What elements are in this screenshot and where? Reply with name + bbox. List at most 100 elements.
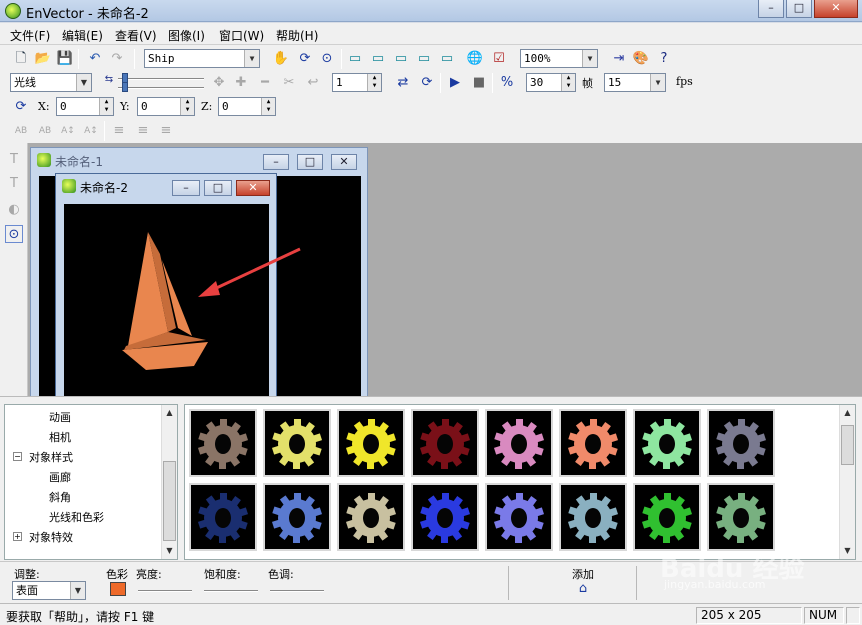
export-icon[interactable]: ⇥ [610, 50, 628, 68]
maximize-button[interactable]: □ [786, 0, 812, 18]
gallery-preset-thumbnail[interactable] [189, 409, 257, 477]
zoom-select[interactable]: 100% ▼ [520, 49, 598, 68]
chevron-down-icon[interactable]: ▼ [650, 74, 665, 91]
stepper-arrows-icon[interactable]: ▲ ▼ [561, 74, 575, 91]
stepper-arrows-icon[interactable]: ▲ ▼ [367, 74, 381, 91]
saturation-slider[interactable] [204, 590, 258, 592]
brightness-slider[interactable] [138, 590, 192, 592]
menu-view[interactable]: 查看(V) [115, 27, 157, 44]
view-left-icon[interactable]: ▭ [392, 50, 410, 68]
chevron-down-icon[interactable]: ▼ [244, 50, 259, 67]
menu-file[interactable]: 文件(F) [10, 27, 50, 44]
document-1-minimize-button[interactable]: – [263, 154, 289, 170]
text-frame-icon[interactable]: T [5, 175, 23, 193]
view-right-icon[interactable]: ▭ [415, 50, 433, 68]
undo-icon[interactable]: ↶ [86, 50, 104, 68]
document-2-maximize-button[interactable]: □ [204, 180, 232, 196]
align-center-icon[interactable]: ≡ [134, 122, 152, 140]
back-icon[interactable]: ↩ [304, 74, 322, 92]
menu-help[interactable]: 帮助(H) [276, 27, 318, 44]
gallery-preset-thumbnail[interactable] [411, 483, 479, 551]
close-button[interactable]: ✕ [814, 0, 858, 18]
gallery-preset-thumbnail[interactable] [485, 409, 553, 477]
document-2-close-button[interactable]: ✕ [236, 180, 270, 196]
frame-slider-thumb-2[interactable] [122, 82, 128, 92]
tree-item-object-effects[interactable]: 对象特效 [29, 529, 73, 545]
view-front-icon[interactable]: ▭ [346, 50, 364, 68]
tree-expand-icon[interactable]: + [13, 532, 22, 541]
text-lower-icon[interactable]: A↕ [82, 122, 100, 140]
rotate-object-icon[interactable]: ⟳ [296, 50, 314, 68]
gallery-preset-thumbnail[interactable] [559, 483, 627, 551]
stop-icon[interactable]: ■ [470, 74, 488, 92]
scroll-up-icon[interactable]: ▲ [840, 405, 855, 421]
tree-collapse-icon[interactable]: − [13, 452, 22, 461]
tree-item-lighting-color[interactable]: 光线和色彩 [49, 509, 104, 525]
menu-image[interactable]: 图像(I) [168, 27, 205, 44]
document-1-maximize-button[interactable]: □ [297, 154, 323, 170]
align-left-icon[interactable]: ≡ [110, 122, 128, 140]
menu-edit[interactable]: 编辑(E) [62, 27, 103, 44]
tree-item-bevel[interactable]: 斜角 [49, 489, 71, 505]
gallery-preset-thumbnail[interactable] [485, 483, 553, 551]
gallery-preset-thumbnail[interactable] [263, 483, 331, 551]
gallery-preset-thumbnail[interactable] [337, 409, 405, 477]
redo-icon[interactable]: ↷ [108, 50, 126, 68]
tree-scrollbar[interactable]: ▲ ▼ [161, 405, 177, 559]
gallery-scrollbar[interactable]: ▲ ▼ [839, 405, 855, 559]
time-percent-icon[interactable]: % [498, 74, 516, 92]
chevron-down-icon[interactable]: ▼ [76, 74, 91, 91]
gallery-preset-thumbnail[interactable] [633, 409, 701, 477]
document-1-titlebar[interactable]: 未命名-1 – □ ✕ [31, 148, 367, 172]
text-raise-icon[interactable]: A↕ [59, 122, 77, 140]
gallery-preset-thumbnail[interactable] [337, 483, 405, 551]
select-object-icon[interactable]: ⊙ [318, 50, 336, 68]
document-2-minimize-button[interactable]: – [172, 180, 200, 196]
align-right-icon[interactable]: ≡ [157, 122, 175, 140]
stepper-arrows-icon[interactable]: ▲ ▼ [180, 98, 194, 115]
gallery-preset-thumbnail[interactable] [707, 483, 775, 551]
play-icon[interactable]: ▶ [446, 74, 464, 92]
hue-slider[interactable] [270, 590, 324, 592]
color-swatch[interactable] [110, 582, 126, 596]
context-help-icon[interactable]: ? [655, 50, 673, 68]
fps-select[interactable]: 15 ▼ [604, 73, 666, 92]
tree-item-animation[interactable]: 动画 [49, 409, 71, 425]
tree-item-object-style[interactable]: 对象样式 [29, 449, 73, 465]
text-condense-icon[interactable]: AB [36, 122, 54, 140]
rotate-object-icon[interactable]: ⟳ [12, 98, 30, 116]
gallery-preset-thumbnail[interactable] [411, 409, 479, 477]
mode-select[interactable]: 光线 ▼ [10, 73, 92, 92]
gallery-preset-thumbnail[interactable] [263, 409, 331, 477]
open-folder-icon[interactable]: 📂 [34, 50, 52, 68]
scroll-up-icon[interactable]: ▲ [162, 405, 177, 421]
tree-item-camera[interactable]: 相机 [49, 429, 71, 445]
document-1-close-button[interactable]: ✕ [331, 154, 357, 170]
surface-select[interactable]: 表面 ▼ [12, 581, 86, 600]
shape-tool-icon[interactable]: ◐ [5, 201, 23, 219]
frame-slider-track[interactable] [118, 78, 204, 80]
text-spacing-icon[interactable]: AB [12, 122, 30, 140]
text-tool-icon[interactable]: T [5, 151, 23, 169]
gallery-preset-thumbnail[interactable] [707, 409, 775, 477]
new-file-icon[interactable]: 🗋 [12, 50, 30, 68]
remove-keyframe-icon[interactable]: ━ [256, 74, 274, 92]
gallery-preset-thumbnail[interactable] [633, 483, 701, 551]
stepper-arrows-icon[interactable]: ▲ ▼ [261, 98, 275, 115]
tools-icon[interactable]: ✂ [280, 74, 298, 92]
add-keyframe-icon[interactable]: ✚ [232, 74, 250, 92]
gallery-preset-thumbnail[interactable] [189, 483, 257, 551]
move-icon[interactable]: ✥ [210, 74, 228, 92]
object-name-select[interactable]: Ship ▼ [144, 49, 260, 68]
x-coordinate-stepper[interactable]: 0 ▲ ▼ [56, 97, 114, 116]
chevron-down-icon[interactable]: ▼ [70, 582, 85, 599]
globe-icon[interactable]: 🌐 [466, 50, 484, 68]
loop-icon[interactable]: ⇄ [394, 74, 412, 92]
tree-item-gallery[interactable]: 画廊 [49, 469, 71, 485]
gallery-scroll-thumb[interactable] [841, 425, 854, 465]
menu-window[interactable]: 窗口(W) [219, 27, 264, 44]
settings-palette-icon[interactable]: 🎨 [632, 50, 650, 68]
chevron-down-icon[interactable]: ▼ [582, 50, 597, 67]
y-coordinate-stepper[interactable]: 0 ▲ ▼ [137, 97, 195, 116]
gallery-preset-thumbnail[interactable] [559, 409, 627, 477]
